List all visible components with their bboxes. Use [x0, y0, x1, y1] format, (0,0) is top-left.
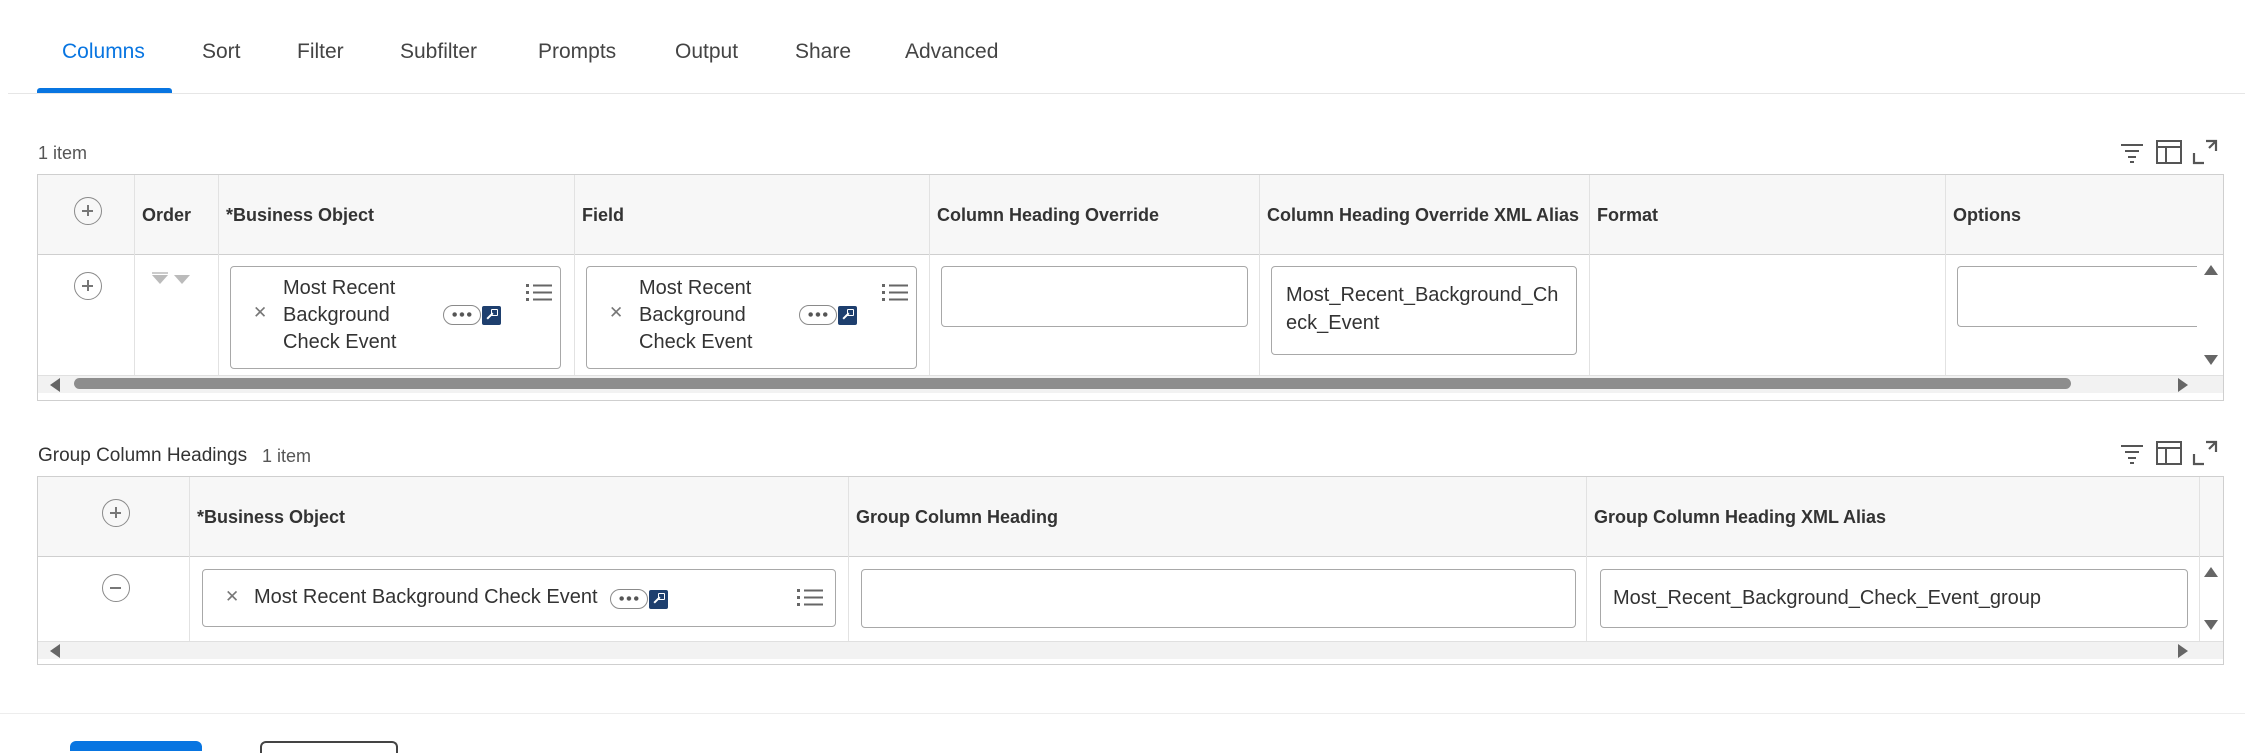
tabs-divider	[8, 93, 2245, 94]
tab-filter[interactable]: Filter	[297, 40, 344, 64]
column-header-business-object: *Business Object	[226, 205, 375, 225]
group-grid-header	[38, 477, 2223, 557]
scroll-down-arrow[interactable]	[2204, 620, 2218, 630]
remove-icon[interactable]: ✕	[253, 303, 267, 323]
group-header-business-object: *Business Object	[197, 507, 346, 527]
column-layout-icon[interactable]	[2154, 438, 2184, 468]
tab-columns[interactable]: Columns	[62, 40, 145, 64]
expand-icon[interactable]	[2190, 438, 2220, 468]
columns-item-count: 1 item	[38, 143, 88, 163]
add-row-header-button[interactable]	[74, 197, 102, 225]
business-object-prompt[interactable]: ✕ Most Recent Background Check Event	[230, 266, 561, 369]
primary-button[interactable]	[70, 741, 202, 751]
column-header-format: Format	[1597, 205, 1659, 225]
tab-sort[interactable]: Sort	[202, 40, 241, 64]
column-heading-xml-alias-input[interactable]: Most_Recent_Background_Ch eck_Event	[1271, 266, 1577, 355]
expand-icon[interactable]	[2190, 137, 2220, 167]
related-actions-icon[interactable]	[610, 589, 648, 609]
prompt-list-icon[interactable]	[882, 282, 908, 304]
scroll-right-arrow[interactable]	[2178, 644, 2188, 658]
scroll-up-arrow[interactable]	[2204, 567, 2218, 577]
field-value: Most Recent Background Check Event	[639, 277, 753, 353]
filter-icon[interactable]	[2117, 438, 2147, 468]
add-row-button[interactable]	[74, 272, 102, 300]
tab-output[interactable]: Output	[675, 40, 738, 64]
add-group-row-header-button[interactable]	[102, 499, 130, 527]
prompt-list-icon[interactable]	[526, 282, 552, 304]
scroll-left-arrow[interactable]	[50, 644, 60, 658]
remove-icon[interactable]: ✕	[609, 303, 623, 323]
group-header-column-heading: Group Column Heading	[856, 507, 1058, 527]
footer-divider	[0, 713, 2245, 714]
remove-icon[interactable]: ✕	[225, 587, 239, 607]
link-icon[interactable]	[482, 306, 501, 325]
prompt-list-icon[interactable]	[797, 587, 823, 609]
filter-icon[interactable]	[2117, 137, 2147, 167]
related-actions-icon[interactable]	[443, 305, 481, 325]
tab-share[interactable]: Share	[795, 40, 851, 64]
column-heading-override-input[interactable]	[941, 266, 1248, 327]
scroll-right-arrow[interactable]	[2178, 378, 2188, 392]
group-headings-grid: *Business Object Group Column Heading Gr…	[37, 476, 2224, 665]
group-business-object-value: Most Recent Background Check Event	[254, 586, 598, 608]
columns-grid: Order *Business Object Field Column Head…	[37, 174, 2224, 401]
group-column-headings-title: Group Column Headings	[38, 445, 248, 466]
group-header-xml-alias: Group Column Heading XML Alias	[1594, 507, 1887, 527]
scroll-down-arrow[interactable]	[2204, 355, 2218, 365]
remove-row-button[interactable]	[102, 574, 130, 602]
column-layout-icon[interactable]	[2154, 137, 2184, 167]
field-prompt[interactable]: ✕ Most Recent Background Check Event	[586, 266, 917, 369]
business-object-value: Most Recent Background Check Event	[283, 277, 397, 353]
column-header-heading-override: Column Heading Override	[937, 205, 1160, 225]
column-header-xml-alias: Column Heading Override XML Alias	[1267, 205, 1580, 225]
related-actions-icon[interactable]	[799, 305, 837, 325]
column-header-field: Field	[582, 205, 625, 225]
group-item-count: 1 item	[262, 446, 312, 466]
link-icon[interactable]	[649, 590, 668, 609]
group-column-heading-xml-alias-input[interactable]: Most_Recent_Background_Check_Event_group	[1600, 569, 2188, 628]
scroll-up-arrow[interactable]	[2204, 265, 2218, 275]
options-input[interactable]	[1957, 266, 2197, 327]
scroll-left-arrow[interactable]	[50, 378, 60, 392]
tab-advanced[interactable]: Advanced	[905, 40, 998, 64]
group-business-object-prompt[interactable]: ✕ Most Recent Background Check Event	[202, 569, 836, 627]
tab-subfilter[interactable]: Subfilter	[400, 40, 477, 64]
group-column-heading-input[interactable]	[861, 569, 1576, 628]
horizontal-scrollbar[interactable]	[38, 641, 2223, 659]
horizontal-scroll-thumb[interactable]	[74, 378, 2071, 389]
column-header-options: Options	[1953, 205, 2021, 225]
link-icon[interactable]	[838, 306, 857, 325]
column-header-order: Order	[142, 205, 192, 225]
secondary-button[interactable]	[260, 741, 398, 753]
reorder-arrows-icon[interactable]	[152, 272, 192, 286]
tab-prompts[interactable]: Prompts	[538, 40, 616, 64]
